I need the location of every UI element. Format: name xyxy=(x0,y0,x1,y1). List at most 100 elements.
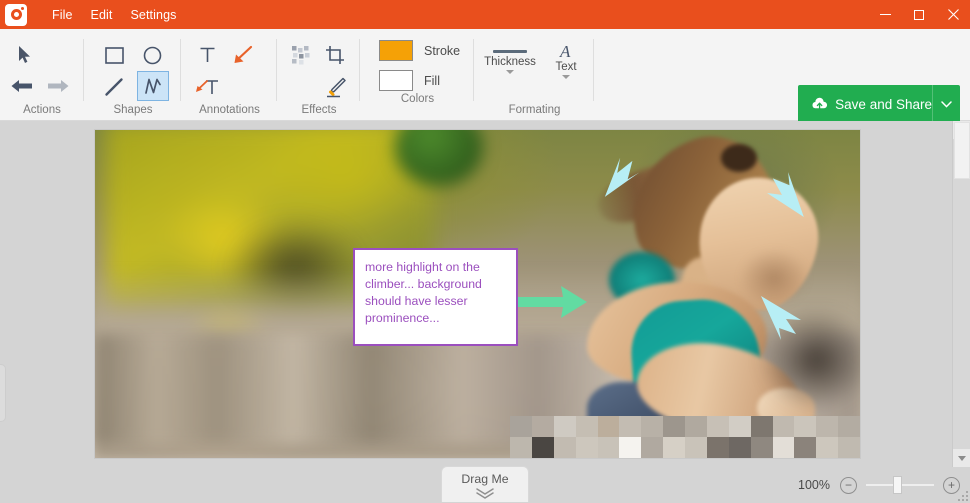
highlighter-tool[interactable] xyxy=(320,73,352,101)
save-and-share-dropdown[interactable] xyxy=(932,85,960,123)
ribbon-group-annotations: Annotations xyxy=(182,29,277,121)
image-canvas[interactable]: more highlight on the climber... backgro… xyxy=(95,130,860,458)
fill-color[interactable]: Fill xyxy=(379,70,440,91)
zoom-slider-track[interactable] xyxy=(866,484,934,486)
text-tool[interactable] xyxy=(192,41,222,69)
callout-tool[interactable] xyxy=(190,73,224,101)
minimize-icon xyxy=(880,14,891,15)
thickness-label: Thickness xyxy=(481,56,539,68)
pixelate-tile xyxy=(751,416,773,437)
pixelate-tile xyxy=(729,416,751,437)
save-and-share-label: Save and Share xyxy=(835,97,932,112)
undo-button[interactable] xyxy=(6,73,38,99)
chevron-down-icon xyxy=(958,456,966,461)
group-divider xyxy=(359,39,360,101)
panel-drag-handle[interactable] xyxy=(0,364,6,422)
minimize-button[interactable] xyxy=(868,0,902,29)
save-and-share-button[interactable]: Save and Share xyxy=(798,85,932,123)
ellipse-tool[interactable] xyxy=(137,41,167,69)
camera-flash-dot xyxy=(21,7,24,10)
pixelate-tile xyxy=(510,416,532,437)
menu-file[interactable]: File xyxy=(43,4,82,26)
stroke-color[interactable]: Stroke xyxy=(379,40,460,61)
group-divider xyxy=(180,39,181,101)
arrow-top-right-cyan[interactable] xyxy=(757,168,813,220)
text-format-dropdown[interactable]: A Text xyxy=(537,41,595,79)
pixelate-tile xyxy=(707,416,729,437)
ribbon-group-label-effects: Effects xyxy=(278,104,360,116)
ellipse-icon xyxy=(143,46,162,65)
crop-icon xyxy=(325,45,345,65)
ribbon-group-formating: Thickness A Text Formating xyxy=(475,29,594,121)
group-divider xyxy=(593,39,594,101)
highlighter-pen-icon xyxy=(325,76,347,98)
close-button[interactable] xyxy=(936,0,970,29)
pixelate-tile xyxy=(838,437,860,458)
arrow-green-right[interactable] xyxy=(517,282,589,322)
redo-button[interactable] xyxy=(42,73,74,99)
line-tool[interactable] xyxy=(99,73,129,101)
chevron-down-icon xyxy=(562,75,570,79)
pixelate-overlay[interactable] xyxy=(510,416,860,458)
status-bar: Drag Me 100% − + xyxy=(0,467,970,503)
pointer-tool[interactable] xyxy=(12,43,38,67)
pixelate-tile xyxy=(663,437,685,458)
zoom-controls: 100% − + xyxy=(798,467,960,503)
callout-text-icon xyxy=(195,77,219,97)
text-callout-annotation[interactable]: more highlight on the climber... backgro… xyxy=(353,248,518,346)
editor-workspace: more highlight on the climber... backgro… xyxy=(0,121,970,467)
close-icon xyxy=(948,9,959,20)
ribbon-group-label-formating: Formating xyxy=(475,104,594,116)
pixelate-tile xyxy=(794,416,816,437)
freehand-tool[interactable] xyxy=(137,71,169,101)
arrow-mid-right-cyan[interactable] xyxy=(757,290,815,342)
drag-me-tab[interactable]: Drag Me xyxy=(441,466,529,502)
rectangle-tool[interactable] xyxy=(99,41,129,69)
pixelate-tile xyxy=(751,437,773,458)
pixelate-tile xyxy=(663,416,685,437)
pixelate-tile xyxy=(510,437,532,458)
window-controls xyxy=(868,0,970,29)
double-chevron-down-icon xyxy=(474,488,496,499)
arrow-tool[interactable] xyxy=(228,41,258,69)
pixelate-tool[interactable] xyxy=(286,41,316,69)
line-thickness-icon xyxy=(493,50,527,53)
line-icon xyxy=(104,77,124,97)
pixelate-tile xyxy=(576,437,598,458)
svg-text:A: A xyxy=(559,42,571,60)
pixelate-tile xyxy=(707,437,729,458)
pixelate-tile xyxy=(532,416,554,437)
undo-arrow-icon xyxy=(10,78,34,94)
callout-text: more highlight on the climber... backgro… xyxy=(365,259,506,327)
crop-tool[interactable] xyxy=(320,41,350,69)
ribbon-group-label-colors: Colors xyxy=(361,93,474,105)
menu-settings[interactable]: Settings xyxy=(122,4,186,26)
screenshot-root: File Edit Settings xyxy=(0,0,970,503)
zoom-slider-thumb[interactable] xyxy=(893,476,902,494)
pixelate-tile xyxy=(816,416,838,437)
text-format-label: Text xyxy=(537,61,595,73)
squiggle-icon xyxy=(143,76,163,96)
thickness-dropdown[interactable]: Thickness xyxy=(481,41,539,74)
zoom-level-label: 100% xyxy=(798,478,830,492)
maximize-button[interactable] xyxy=(902,0,936,29)
ribbon-group-label-annotations: Annotations xyxy=(182,104,277,116)
ribbon-group-label-actions: Actions xyxy=(0,104,84,116)
menu-edit[interactable]: Edit xyxy=(82,4,122,26)
group-divider xyxy=(83,39,84,101)
scrollbar-thumb[interactable] xyxy=(954,122,970,179)
pixelate-tile xyxy=(576,416,598,437)
window-resize-grip[interactable] xyxy=(956,489,968,501)
zoom-out-button[interactable]: − xyxy=(840,477,857,494)
drag-me-label: Drag Me xyxy=(442,472,528,486)
scroll-down-button[interactable] xyxy=(953,449,970,467)
rectangle-icon xyxy=(105,47,124,64)
canvas-vertical-scrollbar[interactable] xyxy=(952,121,970,467)
pixelate-tile xyxy=(816,437,838,458)
ribbon-group-effects: Effects xyxy=(278,29,360,121)
pixelate-tile xyxy=(598,437,620,458)
pixelate-tile xyxy=(598,416,620,437)
pixelate-tile xyxy=(619,416,641,437)
fill-color-swatch xyxy=(379,70,413,91)
arrow-top-left-cyan[interactable] xyxy=(585,142,649,198)
